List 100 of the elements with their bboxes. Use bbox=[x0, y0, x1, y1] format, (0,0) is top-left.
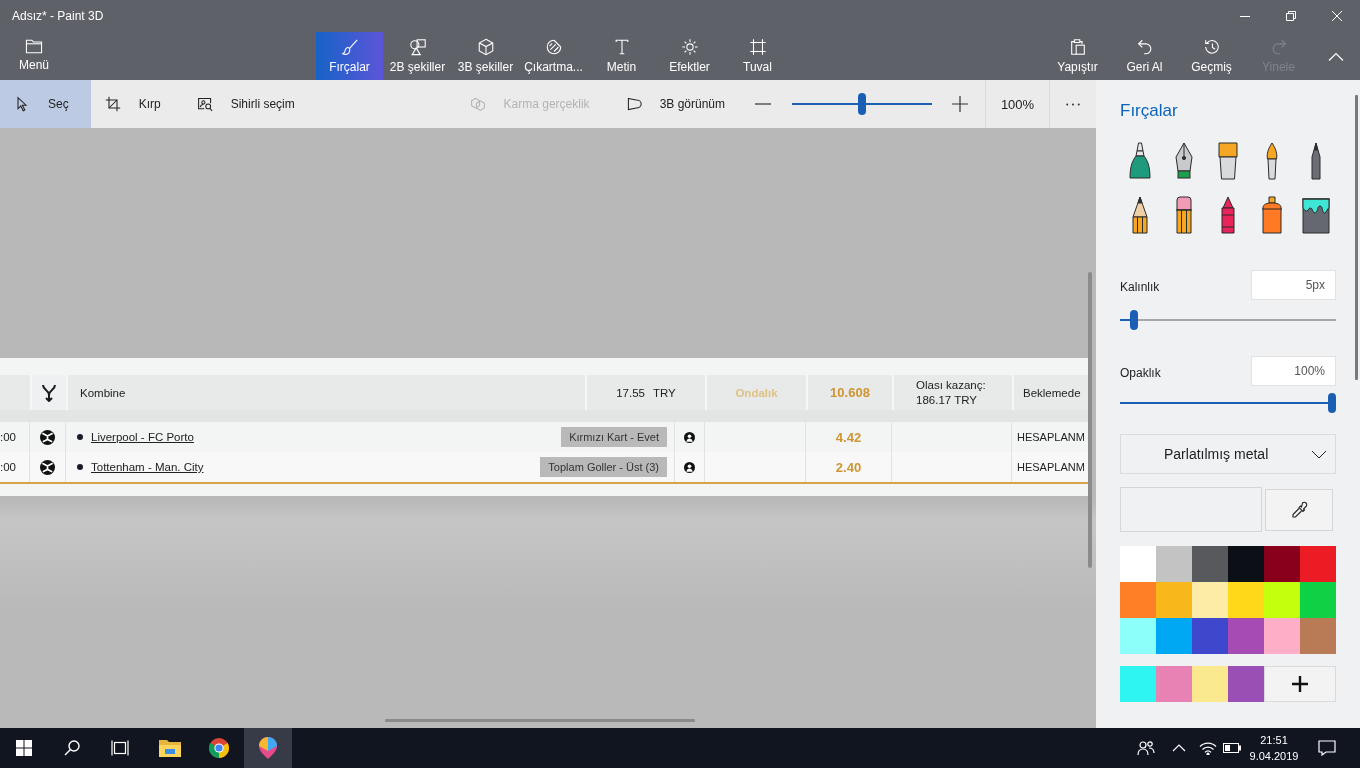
people-icon[interactable] bbox=[1137, 740, 1155, 756]
ribbon-tab[interactable]: Çıkartma... bbox=[520, 32, 587, 80]
eraser-icon[interactable] bbox=[1175, 196, 1193, 234]
color-swatch[interactable] bbox=[1156, 666, 1192, 702]
tool-button[interactable]: Sihirli seçim bbox=[182, 80, 317, 128]
paint-bucket-icon[interactable] bbox=[1301, 196, 1331, 234]
color-swatch[interactable] bbox=[1156, 618, 1192, 654]
color-swatch[interactable] bbox=[1156, 546, 1192, 582]
pen-nib-icon[interactable] bbox=[1174, 142, 1194, 180]
ribbon-tab[interactable]: Tuval bbox=[724, 32, 791, 80]
slider-thumb[interactable] bbox=[1328, 393, 1336, 413]
spray-can-icon[interactable] bbox=[1261, 196, 1283, 234]
chevron-up-icon bbox=[1328, 51, 1344, 61]
table-cell: 10.608 bbox=[808, 375, 892, 410]
color-swatch[interactable] bbox=[1300, 618, 1336, 654]
color-swatch[interactable] bbox=[1156, 582, 1192, 618]
more-icon bbox=[1066, 102, 1080, 106]
ribbon-tab[interactable]: Metin bbox=[588, 32, 655, 80]
table-cell: 2.40 bbox=[806, 452, 892, 482]
slider-thumb[interactable] bbox=[858, 93, 866, 115]
potential-win-label: Olası kazanç: bbox=[916, 377, 986, 393]
ribbon-tab[interactable]: Efektler bbox=[656, 32, 723, 80]
table-cell: Beklemede bbox=[1014, 375, 1090, 410]
thickness-label: Kalınlık bbox=[1120, 280, 1160, 294]
table-cell-text: HESAPLANM bbox=[1016, 460, 1086, 475]
wifi-icon[interactable] bbox=[1199, 741, 1217, 755]
pen-icon[interactable] bbox=[1310, 142, 1322, 180]
plus-icon bbox=[952, 96, 968, 112]
crayon-icon[interactable] bbox=[1219, 196, 1237, 234]
ribbon-tab[interactable]: 3B şekiller bbox=[452, 32, 519, 80]
table-cell: Ondalık bbox=[707, 375, 806, 410]
color-swatch[interactable] bbox=[1192, 582, 1228, 618]
ribbon-tab[interactable]: 2B şekiller bbox=[384, 32, 451, 80]
table-cell: :00 bbox=[0, 452, 30, 482]
minimize-icon bbox=[1240, 15, 1250, 17]
color-swatch[interactable] bbox=[1120, 582, 1156, 618]
color-swatch[interactable] bbox=[1120, 546, 1156, 582]
eyedropper-button[interactable] bbox=[1265, 488, 1333, 531]
bullet-icon bbox=[77, 464, 83, 470]
folder-icon bbox=[159, 739, 181, 757]
eyedropper-icon bbox=[1290, 500, 1308, 519]
color-swatch[interactable] bbox=[1264, 618, 1300, 654]
plus-icon bbox=[1292, 676, 1308, 692]
tool-button[interactable]: Kırp bbox=[90, 80, 183, 128]
chevron-up-icon[interactable] bbox=[1172, 744, 1186, 752]
close-icon bbox=[1332, 11, 1342, 21]
slider-thumb[interactable] bbox=[1130, 310, 1139, 330]
marker-icon[interactable] bbox=[1129, 142, 1151, 180]
person-icon bbox=[684, 431, 695, 443]
notification-icon bbox=[1318, 740, 1336, 756]
battery-icon[interactable] bbox=[1223, 743, 1241, 753]
market-tag: Kırmızı Kart - Evet bbox=[561, 427, 667, 447]
color-swatch[interactable] bbox=[1264, 546, 1300, 582]
stake-amount: 17.55 bbox=[616, 386, 645, 399]
toolbar-button[interactable]: Yapıştır bbox=[1044, 32, 1111, 80]
color-swatch[interactable] bbox=[1228, 582, 1264, 618]
color-swatch[interactable] bbox=[1228, 546, 1264, 582]
material-dropdown[interactable]: Parlatılmış metal bbox=[1120, 434, 1336, 474]
color-swatch[interactable] bbox=[1192, 618, 1228, 654]
table-cell: Kombine bbox=[68, 375, 585, 410]
task-view-icon bbox=[111, 740, 129, 756]
color-swatch[interactable] bbox=[1264, 582, 1300, 618]
color-swatch[interactable] bbox=[1192, 666, 1228, 702]
folder-icon bbox=[25, 38, 43, 54]
crop-marks-icon bbox=[748, 38, 767, 56]
toolbar-button[interactable]: Geçmiş bbox=[1178, 32, 1245, 80]
toolbar-button[interactable]: Geri Al bbox=[1111, 32, 1178, 80]
tool-button[interactable]: Seç bbox=[0, 80, 91, 128]
match-link[interactable]: Tottenham - Man. City bbox=[91, 461, 204, 473]
scrollbar-thumb[interactable] bbox=[1355, 95, 1358, 380]
color-swatch[interactable] bbox=[1228, 666, 1264, 702]
crop-icon bbox=[104, 96, 121, 112]
drop-logo-icon bbox=[259, 737, 277, 759]
soccer-ball-icon bbox=[40, 429, 55, 445]
round-brush-icon[interactable] bbox=[1265, 142, 1279, 180]
color-swatch[interactable] bbox=[1192, 546, 1228, 582]
color-swatch[interactable] bbox=[1300, 546, 1336, 582]
scrollbar-thumb[interactable] bbox=[1088, 272, 1092, 568]
taskbar-clock[interactable]: 21:51 9.04.2019 bbox=[1246, 732, 1302, 764]
color-swatch[interactable] bbox=[1228, 618, 1264, 654]
match-link[interactable]: Liverpool - FC Porto bbox=[91, 431, 194, 443]
search-icon bbox=[64, 740, 80, 756]
pencil-icon[interactable] bbox=[1132, 196, 1148, 234]
view-button[interactable]: 3B görünüm bbox=[611, 80, 747, 128]
cube-icon bbox=[476, 38, 495, 56]
currency-label: TRY bbox=[653, 386, 676, 399]
scrollbar-thumb[interactable] bbox=[385, 719, 695, 722]
color-swatch[interactable] bbox=[1120, 618, 1156, 654]
view-3d-icon bbox=[625, 96, 642, 112]
color-swatch[interactable] bbox=[1300, 582, 1336, 618]
add-color-button[interactable] bbox=[1264, 666, 1336, 702]
taskbar-app[interactable] bbox=[244, 728, 292, 768]
opacity-field[interactable]: 100% bbox=[1251, 356, 1336, 386]
menu-button[interactable]: Menü bbox=[0, 32, 68, 80]
thickness-field[interactable]: 5px bbox=[1251, 270, 1336, 300]
ribbon-tab[interactable]: Fırçalar bbox=[316, 32, 383, 80]
flat-brush-icon[interactable] bbox=[1218, 142, 1238, 180]
color-swatch[interactable] bbox=[1120, 666, 1156, 702]
fork-arrow-icon bbox=[41, 383, 57, 402]
chevron-down-icon bbox=[1311, 449, 1327, 459]
